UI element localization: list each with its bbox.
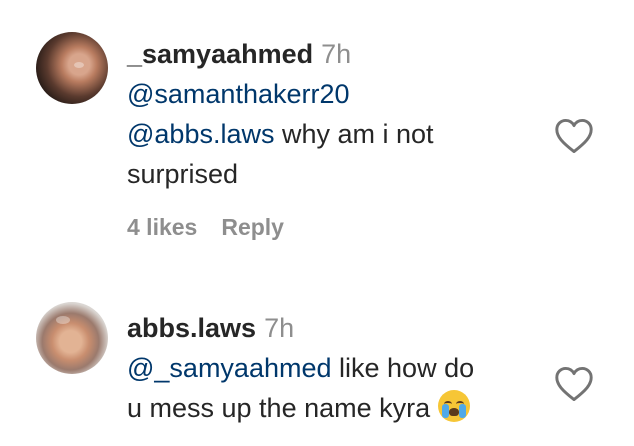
avatar[interactable]	[36, 302, 108, 374]
username-link[interactable]: _samyaahmed	[127, 39, 313, 69]
heart-icon[interactable]	[554, 118, 594, 154]
heart-icon[interactable]	[554, 366, 594, 402]
likes-count-button[interactable]: 4 likes	[127, 214, 197, 240]
username-link[interactable]: abbs.laws	[127, 313, 256, 343]
comment-text: surprised	[127, 159, 239, 189]
comment-timestamp[interactable]: 7h	[321, 39, 351, 69]
mention-link[interactable]: @abbs.laws	[127, 119, 274, 149]
comment-text-line: @samanthakerr20	[127, 74, 524, 114]
comment-text: u mess up the name kyra	[127, 393, 438, 423]
comment-meta: 4 likes Reply	[127, 214, 524, 241]
comment-text-line: @_samyaahmed like how do	[127, 348, 524, 388]
mention-link[interactable]: @samanthakerr20	[127, 79, 350, 109]
comment-body: _samyaahmed 7h @samanthakerr20 @abbs.laws…	[127, 34, 524, 241]
loudly-crying-face-icon	[437, 390, 470, 422]
comment-text-line: surprised	[127, 154, 524, 194]
comment-text-line: @abbs.laws why am i not	[127, 114, 524, 154]
comment-timestamp[interactable]: 7h	[264, 313, 294, 343]
comment-item: _samyaahmed 7h @samanthakerr20 @abbs.laws…	[0, 0, 634, 280]
comment-body: abbs.laws 7h @_samyaahmed like how do u m…	[127, 308, 524, 428]
comment-text-line: u mess up the name kyra	[127, 388, 524, 428]
comment-item: abbs.laws 7h @_samyaahmed like how do u m…	[0, 280, 634, 446]
comment-header: abbs.laws 7h	[127, 308, 524, 348]
avatar[interactable]	[36, 32, 108, 104]
comment-text: why am i not	[274, 119, 434, 149]
reply-button[interactable]: Reply	[221, 214, 284, 240]
mention-link[interactable]: @_samyaahmed	[127, 353, 332, 383]
comment-text: like how do	[331, 353, 475, 383]
comment-header: _samyaahmed 7h	[127, 34, 524, 74]
